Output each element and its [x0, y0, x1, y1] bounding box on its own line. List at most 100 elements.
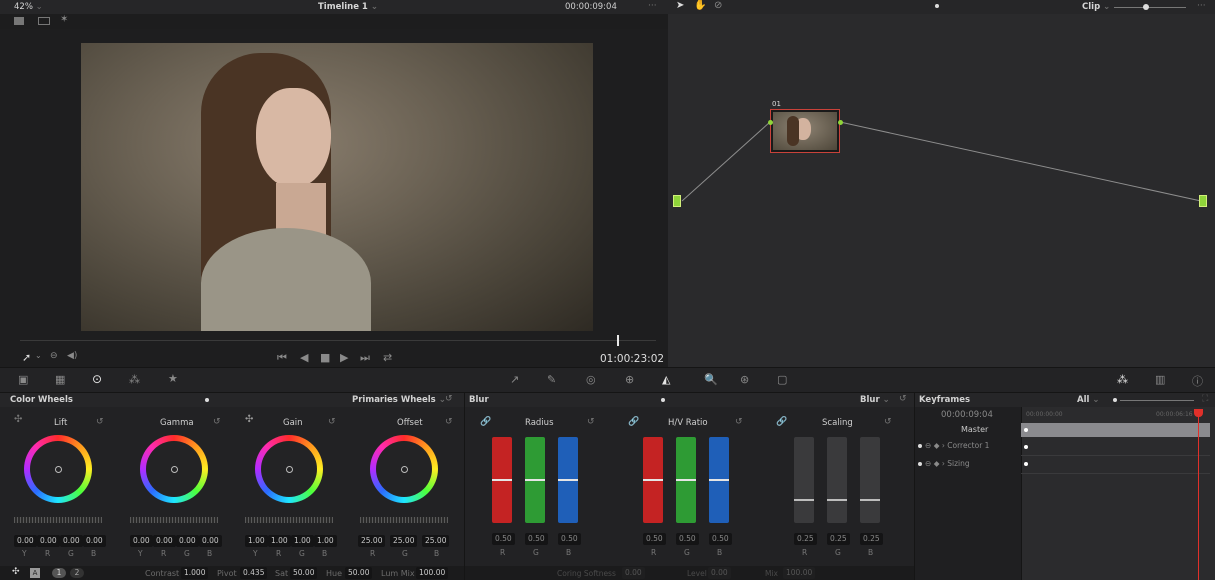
hv-g-slider[interactable] [676, 437, 696, 523]
reset-icon[interactable]: ↺ [445, 417, 453, 427]
wheel-center-handle[interactable] [54, 465, 62, 473]
options-menu-icon[interactable]: ··· [648, 1, 657, 11]
reset-icon[interactable]: ↺ [213, 417, 221, 427]
gain-y-value[interactable]: 1.00 [245, 535, 268, 547]
radius-g-slider[interactable] [525, 437, 545, 523]
timeline-select[interactable]: Timeline 1 ⌄ [318, 2, 378, 12]
coring-value[interactable]: 0.00 [622, 567, 645, 579]
hv-r-value[interactable]: 0.50 [643, 533, 666, 545]
node-output-dot[interactable] [838, 120, 843, 125]
loop-button[interactable]: ⇄ [383, 351, 392, 364]
expand-icon[interactable]: ⛶ [1202, 394, 1208, 404]
color-match-icon[interactable]: ▦ [55, 373, 65, 386]
reverse-play-button[interactable]: ◀ [300, 351, 308, 364]
reset-icon[interactable]: ↺ [587, 417, 595, 427]
picker-icon[interactable]: ✣ [245, 414, 253, 425]
enable-dot[interactable] [918, 444, 922, 448]
reset-icon[interactable]: ↺ [899, 394, 907, 404]
enable-dot[interactable] [918, 462, 922, 466]
zoom-select[interactable]: 42% ⌄ [14, 2, 43, 12]
lift-y-value[interactable]: 0.00 [14, 535, 37, 547]
hv-b-value[interactable]: 0.50 [709, 533, 732, 545]
lift-b-value[interactable]: 0.00 [83, 535, 106, 547]
radius-g-value[interactable]: 0.50 [525, 533, 548, 545]
chevron-right-icon[interactable]: › [942, 459, 945, 468]
pointer-tool-icon[interactable]: ➚ [22, 351, 31, 364]
auto-color-icon[interactable]: A [30, 568, 40, 578]
corrector-node[interactable] [770, 109, 840, 153]
keyframe-marker[interactable] [1024, 445, 1028, 449]
keyframes-zoom-handle[interactable] [1113, 398, 1117, 402]
scaling-b-slider[interactable] [860, 437, 880, 523]
output-port[interactable] [1199, 195, 1207, 207]
split-view-icon[interactable] [38, 17, 50, 25]
reset-icon[interactable]: ↺ [96, 417, 104, 427]
single-view-icon[interactable] [14, 17, 24, 25]
magic-wand-icon[interactable]: ✶ [60, 14, 68, 25]
rgb-mixer-icon[interactable]: ⁂ [129, 373, 140, 386]
node-input-dot[interactable] [768, 120, 773, 125]
blur-mode-select[interactable]: Blur ⌄ [860, 395, 890, 405]
chevron-right-icon[interactable]: › [942, 441, 945, 450]
gamma-g-value[interactable]: 0.00 [176, 535, 199, 547]
corrector-row[interactable]: ⊖ ◆ › Corrector 1 [918, 441, 1018, 453]
lift-r-value[interactable]: 0.00 [37, 535, 60, 547]
offset-r-value[interactable]: 25.00 [358, 535, 386, 547]
offset-g-value[interactable]: 25.00 [390, 535, 418, 547]
diamond-icon[interactable]: ◆ [934, 441, 940, 450]
gain-master-dial[interactable] [245, 517, 333, 523]
lift-master-dial[interactable] [14, 517, 102, 523]
offset-master-dial[interactable] [360, 517, 448, 523]
scaling-r-slider[interactable] [794, 437, 814, 523]
pivot-value[interactable]: 0.435 [240, 567, 268, 579]
scaling-g-value[interactable]: 0.25 [827, 533, 850, 545]
scrubber-track[interactable] [20, 340, 656, 341]
link-icon[interactable]: 🔗 [480, 417, 491, 427]
wheel-center-handle[interactable] [285, 465, 293, 473]
lift-g-value[interactable]: 0.00 [60, 535, 83, 547]
keyframe-marker[interactable] [1024, 428, 1028, 432]
lock-icon[interactable]: ⊖ [925, 459, 931, 468]
last-frame-button[interactable]: ⏭ [360, 351, 370, 365]
blur-icon[interactable]: ◭ [662, 373, 670, 386]
sizing-icon[interactable]: ⊛ [740, 373, 749, 386]
scaling-b-value[interactable]: 0.25 [860, 533, 883, 545]
bypass-icon[interactable]: ⊘ [714, 0, 722, 11]
window-icon[interactable]: ◎ [586, 373, 596, 386]
gain-wheel[interactable] [255, 435, 323, 503]
reset-icon[interactable]: ↺ [445, 394, 453, 404]
scaling-g-slider[interactable] [827, 437, 847, 523]
select-tool-icon[interactable]: ➤ [676, 0, 684, 11]
gamma-b-value[interactable]: 0.00 [199, 535, 222, 547]
keyframe-marker[interactable] [1024, 462, 1028, 466]
radius-b-slider[interactable] [558, 437, 578, 523]
stop-button[interactable]: ■ [320, 351, 330, 364]
gain-b-value[interactable]: 1.00 [314, 535, 337, 547]
motion-effects-icon[interactable]: ★ [168, 372, 178, 385]
node-mode-select[interactable]: Clip ⌄ [1082, 2, 1110, 12]
page-1-button[interactable]: 1 [52, 568, 66, 578]
node-zoom-handle[interactable] [1143, 4, 1149, 10]
reset-icon[interactable]: ↺ [328, 417, 336, 427]
link-icon[interactable]: 🔗 [628, 417, 639, 427]
hue-value[interactable]: 50.00 [345, 567, 373, 579]
gain-r-value[interactable]: 1.00 [268, 535, 291, 547]
hv-b-slider[interactable] [709, 437, 729, 523]
radius-r-value[interactable]: 0.50 [492, 533, 515, 545]
diamond-icon[interactable]: ◆ [934, 459, 940, 468]
gamma-master-dial[interactable] [130, 517, 218, 523]
radius-b-value[interactable]: 0.50 [558, 533, 581, 545]
radius-r-slider[interactable] [492, 437, 512, 523]
lock-icon[interactable]: ⊖ [925, 441, 931, 450]
scopes-icon[interactable]: ▥ [1155, 373, 1165, 386]
offset-b-value[interactable]: 25.00 [422, 535, 450, 547]
gamma-y-value[interactable]: 0.00 [130, 535, 153, 547]
page-2-button[interactable]: 2 [70, 568, 84, 578]
node-graph-area[interactable] [668, 14, 1215, 367]
keyframes-panel-icon[interactable]: ⁂ [1117, 373, 1128, 386]
lift-wheel[interactable] [24, 435, 92, 503]
lummix-value[interactable]: 100.00 [416, 567, 449, 579]
play-button[interactable]: ▶ [340, 351, 348, 364]
gain-g-value[interactable]: 1.00 [291, 535, 314, 547]
wheel-center-handle[interactable] [170, 465, 178, 473]
